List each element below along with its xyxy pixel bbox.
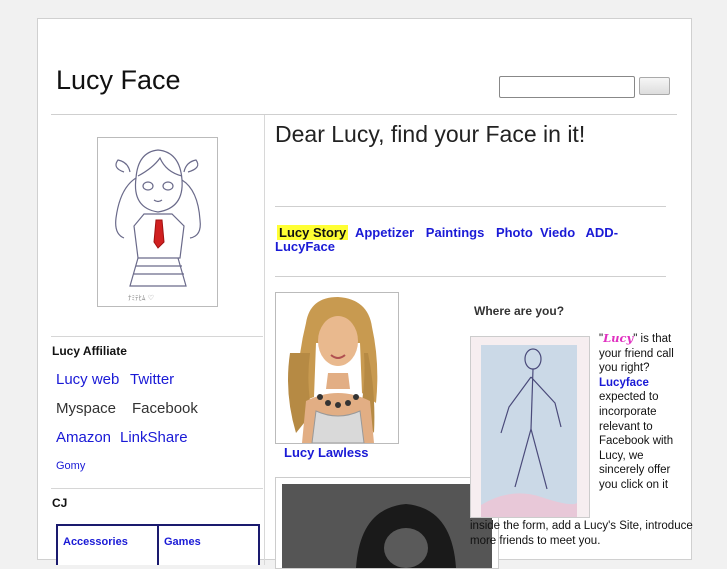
friend-drawing[interactable] [470, 336, 590, 518]
content-divider-top [275, 206, 666, 207]
description-text-continued: inside the form, add a Lucy's Site, intr… [470, 520, 693, 547]
sidebar-divider [51, 336, 263, 337]
lucy-emphasis: Lucy [603, 331, 634, 345]
link-linkshare[interactable]: LinkShare [120, 429, 188, 446]
link-twitter[interactable]: Twitter [130, 371, 174, 388]
where-heading: Where are you? [474, 304, 565, 318]
link-lucy-web[interactable]: Lucy web [56, 371, 119, 388]
svg-text:ﾅﾐﾃﾋﾑ ♡: ﾅﾐﾃﾋﾑ ♡ [128, 294, 154, 302]
affiliate-heading: Lucy Affiliate [52, 344, 127, 358]
nav-paintings[interactable]: Paintings [426, 225, 485, 240]
column-divider [264, 115, 265, 565]
site-title[interactable]: Lucy Face [56, 65, 181, 96]
second-photo[interactable] [275, 477, 499, 569]
link-myspace[interactable]: Myspace [56, 400, 116, 417]
description-text: "Lucy" is that your friend call you righ… [599, 331, 674, 491]
content-divider-bottom [275, 276, 666, 277]
link-gomy[interactable]: Gomy [56, 460, 85, 472]
cj-cell-games[interactable]: Games [158, 525, 259, 565]
nav-photo[interactable]: Photo [496, 225, 533, 240]
sidebar-divider-cj [51, 488, 263, 489]
search-button[interactable] [639, 77, 670, 95]
nav-appetizer[interactable]: Appetizer [355, 225, 414, 240]
lucy-drawing-logo[interactable]: ﾅﾐﾃﾋﾑ ♡ [97, 137, 218, 307]
page-container: Lucy Face ﾅﾐﾃﾋﾑ ♡ Lucy Affiliate Lucy we… [37, 18, 693, 569]
cj-heading: CJ [52, 496, 68, 510]
content-nav: Lucy Story Appetizer Paintings Photo Vie… [275, 225, 665, 254]
nav-viedo[interactable]: Viedo [540, 225, 575, 240]
nav-lucy-story[interactable]: Lucy Story [277, 225, 349, 240]
header-divider [51, 114, 677, 115]
search-input[interactable] [499, 76, 635, 98]
lucy-photo[interactable] [275, 292, 399, 444]
link-facebook[interactable]: Facebook [132, 400, 198, 417]
link-amazon[interactable]: Amazon [56, 429, 111, 446]
page-headline: Dear Lucy, find your Face in it! [275, 121, 586, 147]
lucyface-link[interactable]: Lucyface [599, 377, 649, 389]
cj-cell-accessories[interactable]: Accessories [57, 525, 158, 565]
photo-caption[interactable]: Lucy Lawless [284, 445, 369, 460]
